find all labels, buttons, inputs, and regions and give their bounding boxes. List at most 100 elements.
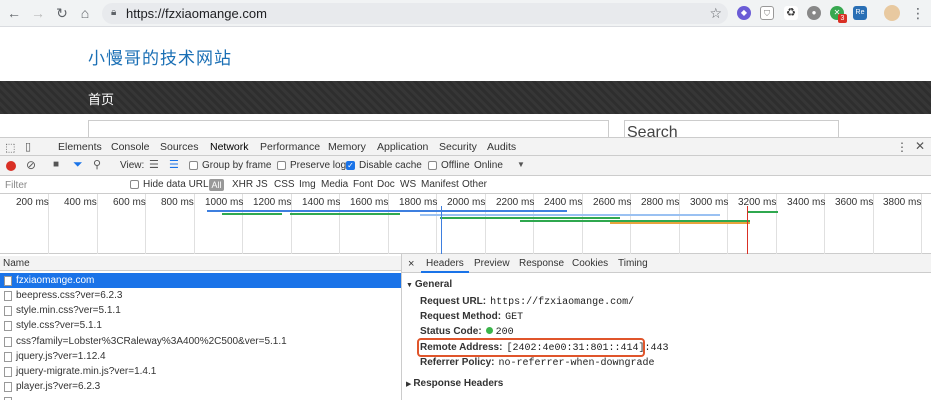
request-url-value: https://fzxiaomange.com/ (490, 297, 635, 308)
tab-memory[interactable]: Memory (328, 141, 366, 153)
tab-preview[interactable]: Preview (474, 258, 510, 269)
shield-extension-icon[interactable]: ⛉ (760, 6, 774, 20)
hide-data-urls-checkbox[interactable] (130, 180, 139, 189)
address-bar[interactable]: 🔒︎ https://fzxiaomange.com ☆ (102, 3, 728, 24)
menu-kebab-icon[interactable]: ⋮ (909, 4, 927, 22)
offline-label: Offline (441, 160, 470, 171)
request-name: style.min.css?ver=5.1.1 (16, 305, 121, 316)
re-extension-icon[interactable]: Re (853, 6, 867, 20)
details-tabbar: × Headers Preview Response Cookies Timin… (402, 254, 931, 273)
tab-response[interactable]: Response (519, 258, 564, 269)
forward-icon[interactable]: → (29, 4, 47, 22)
table-row[interactable]: beepress.css?ver=6.2.3 (0, 288, 401, 303)
extension-icon[interactable]: ◆ (737, 6, 751, 20)
tab-cookies[interactable]: Cookies (572, 258, 608, 269)
document-icon (4, 276, 12, 286)
capture-screenshots-icon[interactable]: ■ (53, 159, 59, 170)
devtools-menu-icon[interactable]: ⋮ (896, 140, 908, 154)
waterfall-bar (610, 222, 750, 224)
response-headers-section-title[interactable]: ▶ Response Headers (406, 378, 503, 389)
waterfall-bar (420, 214, 720, 216)
waterfall-icon[interactable]: ☰ (169, 158, 179, 171)
nav-home-link[interactable]: 首页 (88, 89, 114, 108)
record-icon[interactable] (6, 161, 16, 171)
profile-avatar[interactable] (884, 5, 900, 21)
inspect-icon[interactable]: ⬚ (5, 141, 15, 154)
type-filter-other[interactable]: Other (462, 179, 487, 190)
tab-security[interactable]: Security (439, 141, 477, 153)
grid-line (194, 194, 195, 254)
table-row[interactable]: style.css?ver=5.1.1 (0, 318, 401, 333)
chevron-down-icon[interactable]: ▼ (517, 160, 525, 169)
table-row[interactable]: fzxiaomange.com (0, 273, 401, 288)
group-by-frame-checkbox[interactable] (189, 161, 198, 170)
type-filter-manifest[interactable]: Manifest (421, 179, 459, 190)
search-icon[interactable]: ⚲ (93, 158, 101, 171)
reload-icon[interactable]: ↻ (53, 4, 71, 22)
close-details-icon[interactable]: × (408, 258, 414, 270)
tick-label: 3200 ms (738, 197, 777, 208)
type-filter-xhr[interactable]: XHR (232, 179, 253, 190)
tick-label: 200 ms (16, 197, 49, 208)
column-name-header[interactable]: Name (3, 258, 30, 269)
tab-application[interactable]: Application (377, 141, 428, 153)
request-list-header: Name (0, 256, 401, 271)
table-row[interactable] (0, 394, 401, 400)
type-filter-font[interactable]: Font (353, 179, 373, 190)
waterfall-bar (290, 213, 400, 215)
view-label: View: (120, 160, 145, 171)
content-box (88, 120, 609, 138)
type-filter-img[interactable]: Img (299, 179, 316, 190)
disable-cache-checkbox[interactable]: ✓ (346, 161, 355, 170)
table-row[interactable]: css?family=Lobster%3CRaleway%3A400%2C500… (0, 334, 401, 349)
device-toolbar-icon[interactable]: ▯ (25, 140, 31, 153)
type-filter-doc[interactable]: Doc (377, 179, 395, 190)
tab-console[interactable]: Console (111, 141, 150, 153)
file-icon (4, 367, 12, 377)
tab-timing[interactable]: Timing (618, 258, 648, 269)
caret-down-icon: ▼ (406, 282, 415, 289)
tab-headers[interactable]: Headers (421, 258, 469, 273)
table-row[interactable]: style.min.css?ver=5.1.1 (0, 303, 401, 318)
waterfall-bar (440, 217, 620, 219)
gray-extension-icon[interactable]: ● (807, 6, 821, 20)
tick-label: 2000 ms (447, 197, 486, 208)
filter-input[interactable]: Filter (5, 180, 27, 191)
tab-elements[interactable]: Elements (58, 141, 102, 153)
general-section-title[interactable]: ▼ General (406, 279, 452, 290)
type-filter-ws[interactable]: WS (400, 179, 416, 190)
tab-sources[interactable]: Sources (160, 141, 199, 153)
remote-address-key: Remote Address: (420, 342, 503, 353)
close-devtools-icon[interactable]: ✕ (915, 139, 925, 153)
clear-icon[interactable]: ⊘ (26, 158, 36, 172)
table-row[interactable]: jquery.js?ver=1.12.4 (0, 349, 401, 364)
timeline-overview[interactable]: 200 ms 400 ms 600 ms 800 ms 1000 ms 1200… (0, 194, 931, 254)
table-row[interactable]: player.js?ver=6.2.3 (0, 379, 401, 394)
recycle-extension-icon[interactable]: ♻ (784, 6, 798, 20)
tab-performance[interactable]: Performance (260, 141, 320, 153)
tick-label: 2600 ms (593, 197, 632, 208)
tab-network[interactable]: Network (206, 141, 252, 158)
file-icon (4, 382, 12, 392)
tab-audits[interactable]: Audits (487, 141, 516, 153)
table-row[interactable]: jquery-migrate.min.js?ver=1.4.1 (0, 364, 401, 379)
bookmark-star-icon[interactable]: ☆ (709, 5, 722, 22)
extension-badge: 3 (838, 14, 847, 23)
type-filter-media[interactable]: Media (321, 179, 348, 190)
type-filter-css[interactable]: CSS (274, 179, 295, 190)
throttle-select[interactable]: Online (474, 160, 503, 171)
offline-checkbox[interactable] (428, 161, 437, 170)
type-filter-js[interactable]: JS (256, 179, 268, 190)
site-title[interactable]: 小慢哥的技术网站 (88, 44, 232, 69)
network-toolbar: ⊘ ■ ⏷ ⚲ View: ☰ ☰ Group by frame Preserv… (0, 156, 931, 176)
large-rows-icon[interactable]: ☰ (149, 158, 159, 171)
load-event-line (747, 206, 748, 254)
group-by-frame-label: Group by frame (202, 160, 272, 171)
disable-cache-label: Disable cache (359, 160, 422, 171)
preserve-log-checkbox[interactable] (277, 161, 286, 170)
type-filter-all[interactable]: All (209, 179, 224, 191)
filter-icon[interactable]: ⏷ (73, 157, 83, 172)
file-icon (4, 291, 12, 301)
back-icon[interactable]: ← (5, 4, 23, 22)
home-icon[interactable]: ⌂ (76, 4, 94, 22)
